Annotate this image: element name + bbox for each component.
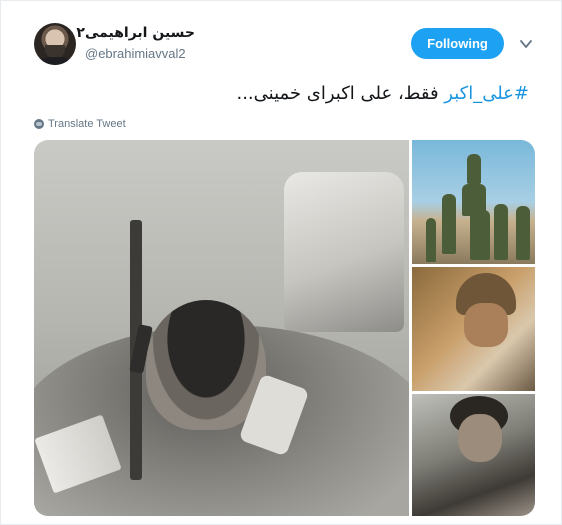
- tweet-text: #علی_اکبر فقط، علی اکبرای خمینی...: [29, 83, 529, 104]
- following-button[interactable]: Following: [411, 28, 504, 59]
- media-photo-main[interactable]: [34, 140, 409, 516]
- photo-figure: [467, 154, 481, 184]
- chevron-down-icon[interactable]: [519, 37, 533, 51]
- media-photo-4[interactable]: [412, 394, 535, 516]
- photo-face: [464, 303, 508, 347]
- tweet-card: حسین ابراهیمی۲ @ebrahimiavval2 Following…: [0, 0, 562, 525]
- photo-figure: [442, 194, 456, 254]
- translate-label: Translate Tweet: [48, 118, 126, 130]
- photo-figure: [516, 206, 530, 260]
- photo-face: [458, 414, 502, 462]
- author-display-name[interactable]: حسین ابراهیمی۲: [76, 25, 195, 41]
- hashtag-link[interactable]: #علی_اکبر: [444, 83, 529, 104]
- media-photo-3[interactable]: [412, 267, 535, 391]
- globe-icon: [34, 119, 44, 129]
- media-grid: [34, 140, 535, 516]
- photo-figure: [470, 210, 490, 260]
- avatar[interactable]: [34, 23, 76, 65]
- translate-tweet-link[interactable]: Translate Tweet: [34, 117, 126, 131]
- photo-figure: [426, 218, 436, 262]
- avatar-shirt: [37, 57, 73, 65]
- author-handle[interactable]: @ebrahimiavval2: [85, 46, 186, 61]
- photo-figure: [494, 204, 508, 260]
- photo-backpack: [284, 172, 404, 332]
- media-photo-2[interactable]: [412, 140, 535, 264]
- tweet-body: فقط، علی اکبرای خمینی...: [236, 83, 445, 104]
